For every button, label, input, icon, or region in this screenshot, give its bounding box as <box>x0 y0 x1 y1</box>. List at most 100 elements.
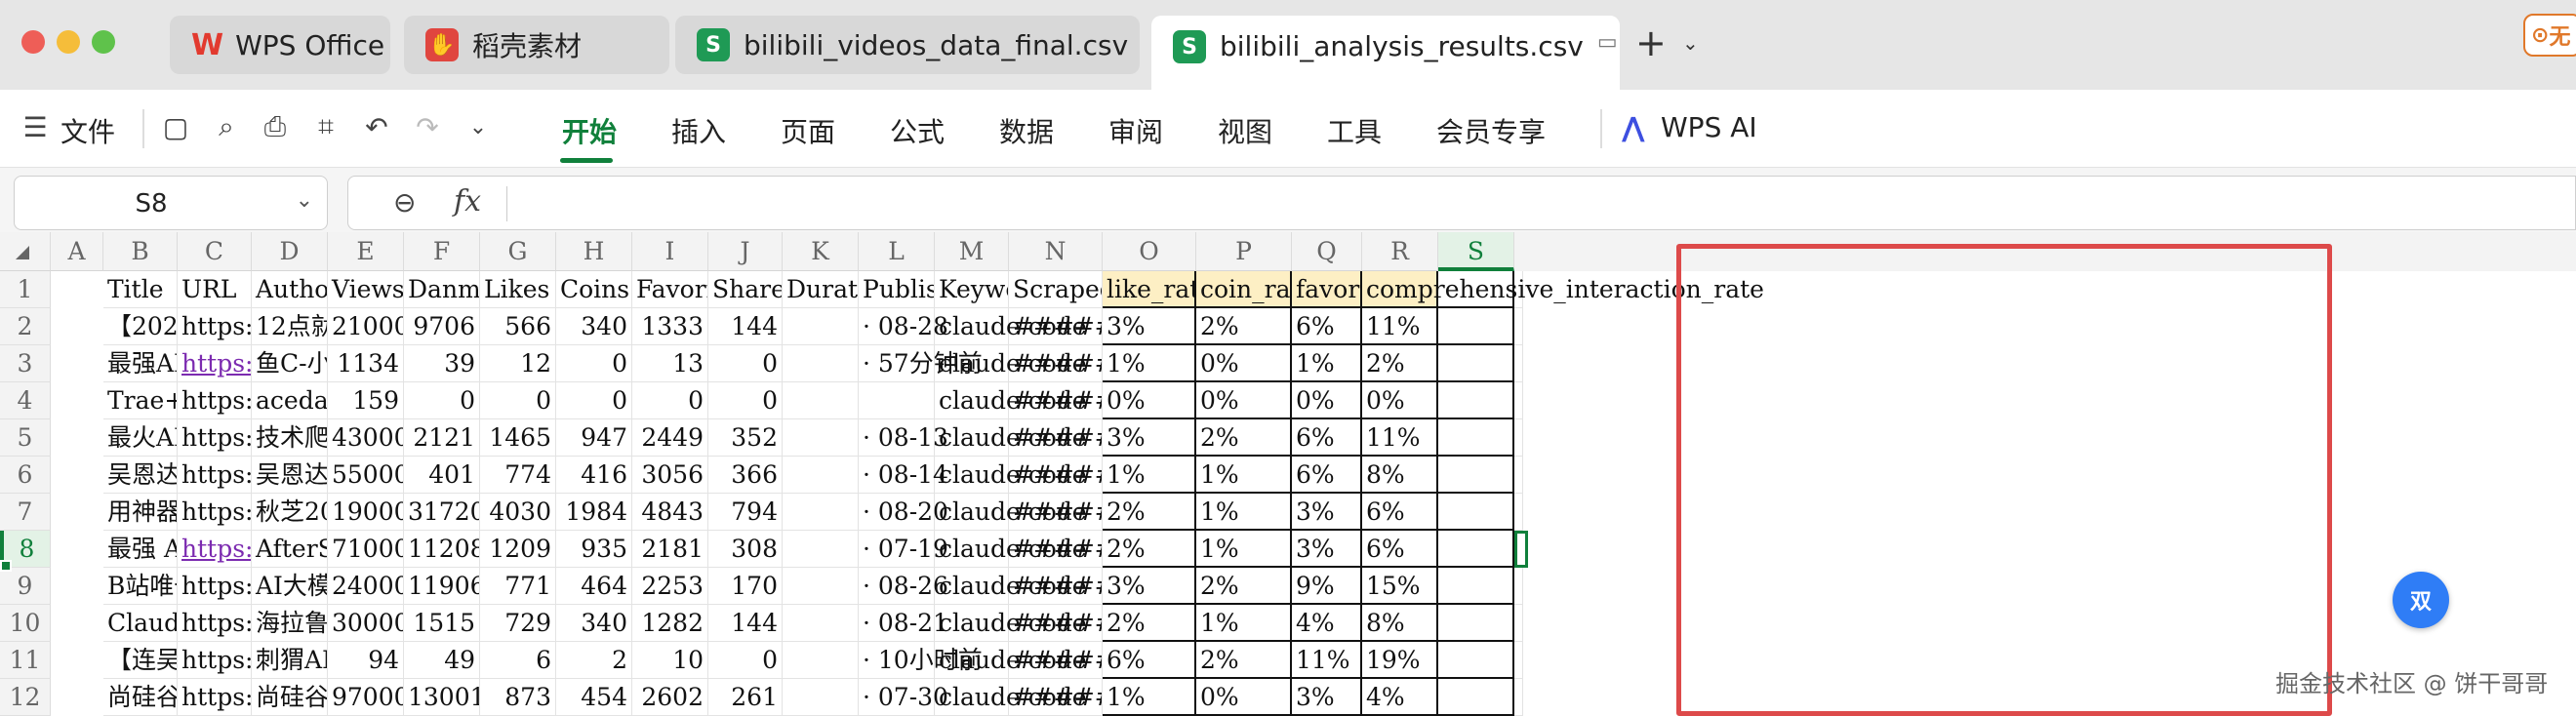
cell-s11[interactable] <box>1514 642 1523 679</box>
cell-c3[interactable]: 鱼C-小甲鱼 <box>252 345 328 382</box>
cell-e9[interactable]: 11906 <box>404 568 480 605</box>
cell-k10[interactable]: · 08-21 <box>859 605 948 642</box>
cell-h2[interactable]: 1333 <box>632 308 708 345</box>
column-header-j[interactable]: J <box>708 232 783 271</box>
cell-q4[interactable]: 0% <box>1362 382 1438 419</box>
cell-d4[interactable]: 159 <box>328 382 404 419</box>
cell-g10[interactable]: 340 <box>556 605 632 642</box>
cell-e3[interactable]: 39 <box>404 345 480 382</box>
column-header-s[interactable]: S <box>1438 232 1514 271</box>
cell-q11[interactable]: 19% <box>1362 642 1438 679</box>
cell-k11[interactable]: · 10小时前 <box>859 642 983 679</box>
menu-formula[interactable]: 公式 <box>890 111 945 150</box>
cell-q7[interactable]: 6% <box>1362 494 1438 531</box>
menu-data[interactable]: 数据 <box>999 111 1054 150</box>
cell-j2[interactable] <box>783 308 859 345</box>
cell-f6[interactable]: 774 <box>480 457 556 494</box>
cell-s8[interactable] <box>1514 531 1528 568</box>
cell-l7[interactable]: claude code <box>935 494 1087 531</box>
cell-c4[interactable]: acedar-C大 <box>252 382 328 419</box>
chevron-down-icon[interactable]: ⌄ <box>1682 31 1699 55</box>
column-header-d[interactable]: D <box>252 232 328 271</box>
cell-r7[interactable] <box>1438 494 1514 531</box>
chevron-down-icon[interactable]: ⌄ <box>296 188 313 213</box>
cell-b3[interactable]: https://ww <box>178 345 252 382</box>
cell-l10[interactable]: claude code <box>935 605 1087 642</box>
cell-c6[interactable]: 吴恩达AI课 <box>252 457 328 494</box>
cell-s5[interactable] <box>1514 419 1523 457</box>
cell-p4[interactable]: 0% <box>1292 382 1362 419</box>
cell-c10[interactable]: 海拉鲁编程 <box>252 605 328 642</box>
column-header-g[interactable]: G <box>480 232 556 271</box>
cell-j9[interactable] <box>783 568 859 605</box>
tab-docer[interactable]: ✋ 稻壳素材 <box>404 16 669 74</box>
tab-wps-office[interactable]: W WPS Office <box>170 16 390 74</box>
tab-videos-csv[interactable]: S bilibili_videos_data_final.csv <box>675 16 1140 74</box>
cell-l6[interactable]: claude code <box>935 457 1087 494</box>
cell-f3[interactable]: 12 <box>480 345 556 382</box>
cell-e6[interactable]: 401 <box>404 457 480 494</box>
cell-a10[interactable]: Claude Cod <box>103 605 178 642</box>
menu-view[interactable]: 视图 <box>1218 111 1272 150</box>
cell-b10[interactable]: https://ww <box>178 605 252 642</box>
print-preview-icon[interactable]: ⌗ <box>308 109 343 144</box>
row-header-12[interactable]: 12 <box>0 679 51 716</box>
cell-n9[interactable]: 3% <box>1103 568 1196 605</box>
cell-b9[interactable]: https://ww <box>178 568 252 605</box>
cell-q10[interactable]: 8% <box>1362 605 1438 642</box>
cell-o6[interactable]: 1% <box>1196 457 1292 494</box>
column-header-r[interactable]: R <box>1362 232 1438 271</box>
cell-f9[interactable]: 771 <box>480 568 556 605</box>
cell-r2[interactable] <box>1438 308 1514 345</box>
cell-g6[interactable]: 416 <box>556 457 632 494</box>
cell-k12[interactable]: · 07-30 <box>859 679 948 716</box>
cell-n3[interactable]: 1% <box>1103 345 1196 382</box>
cell-h8[interactable]: 2181 <box>632 531 708 568</box>
cell-q12[interactable]: 4% <box>1362 679 1438 716</box>
cell-r5[interactable] <box>1438 419 1514 457</box>
cell-a8[interactable]: 最强 AI 编程 <box>103 531 178 568</box>
name-box[interactable]: S8 ⌄ <box>14 176 328 230</box>
cell-k2[interactable]: · 08-28 <box>859 308 948 345</box>
row-header-11[interactable]: 11 <box>0 642 51 679</box>
cell-b7[interactable]: https://ww <box>178 494 252 531</box>
cell-n5[interactable]: 3% <box>1103 419 1196 457</box>
cell-q6[interactable]: 8% <box>1362 457 1438 494</box>
cell-p8[interactable]: 3% <box>1292 531 1362 568</box>
cell-q3[interactable]: 2% <box>1362 345 1438 382</box>
menu-tools[interactable]: 工具 <box>1327 111 1382 150</box>
cell-j5[interactable] <box>783 419 859 457</box>
column-header-c[interactable]: C <box>178 232 252 271</box>
cell-o1[interactable]: coin_rate <box>1196 271 1292 308</box>
print-icon[interactable]: ⎙ <box>258 109 293 144</box>
cell-p10[interactable]: 4% <box>1292 605 1362 642</box>
cell-h11[interactable]: 10 <box>632 642 708 679</box>
cell-r12[interactable] <box>1438 679 1514 716</box>
cell-d6[interactable]: 55000 <box>328 457 404 494</box>
cell-n1[interactable]: like_rate <box>1103 271 1196 308</box>
cell-p2[interactable]: 6% <box>1292 308 1362 345</box>
cell-i11[interactable]: 0 <box>708 642 783 679</box>
fill-handle[interactable] <box>0 560 12 572</box>
cell-g11[interactable]: 2 <box>556 642 632 679</box>
cell-l3[interactable]: claude code <box>935 345 1087 382</box>
cell-d10[interactable]: 30000 <box>328 605 404 642</box>
cell-o7[interactable]: 1% <box>1196 494 1292 531</box>
hamburger-menu-icon[interactable]: ☰ <box>18 109 53 144</box>
cell-i10[interactable]: 144 <box>708 605 783 642</box>
tab-analysis-csv[interactable]: S bilibili_analysis_results.csv ▭ ● <box>1151 16 1620 90</box>
cell-d5[interactable]: 43000 <box>328 419 404 457</box>
close-window-button[interactable] <box>21 30 45 54</box>
cell-e11[interactable]: 49 <box>404 642 480 679</box>
menu-file[interactable]: 文件 <box>60 111 115 150</box>
cell-d3[interactable]: 1134 <box>328 345 404 382</box>
cell-o12[interactable]: 0% <box>1196 679 1292 716</box>
column-header-o[interactable]: O <box>1103 232 1196 271</box>
cell-s12[interactable] <box>1514 679 1523 716</box>
row-header-2[interactable]: 2 <box>0 308 51 345</box>
cell-a1[interactable]: Title <box>103 271 178 308</box>
cell-o8[interactable]: 1% <box>1196 531 1292 568</box>
row-header-6[interactable]: 6 <box>0 457 51 494</box>
row-header-9[interactable]: 9 <box>0 568 51 605</box>
cell-e10[interactable]: 1515 <box>404 605 480 642</box>
